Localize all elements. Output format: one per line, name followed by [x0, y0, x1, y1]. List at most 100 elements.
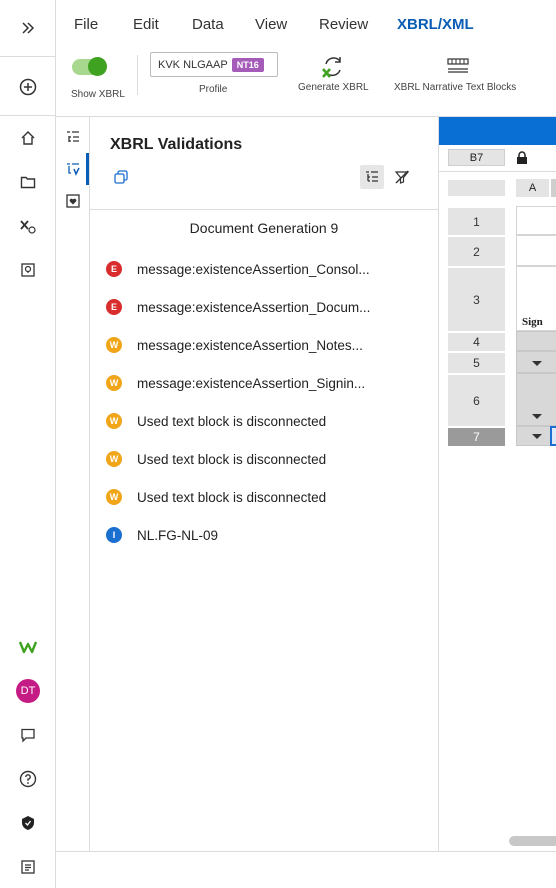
menu-file[interactable]: File — [74, 16, 98, 33]
user-avatar[interactable]: DT — [16, 679, 40, 703]
menu-view[interactable]: View — [255, 16, 287, 33]
help-button[interactable] — [0, 763, 55, 795]
dropdown-arrow-icon[interactable] — [532, 414, 542, 419]
insights-button[interactable] — [0, 254, 55, 286]
tree-view-toggle[interactable] — [360, 165, 384, 189]
menu-data[interactable]: Data — [192, 16, 224, 33]
selected-cell-b7[interactable] — [550, 426, 556, 446]
create-button[interactable] — [0, 71, 55, 103]
formula-bar-border — [439, 171, 556, 172]
cell-text: Sign — [522, 316, 543, 328]
narrative-text-blocks-button[interactable] — [447, 58, 469, 74]
row-header[interactable]: 6 — [448, 375, 505, 428]
generate-xbrl-icon — [322, 57, 341, 78]
validation-item[interactable]: I NL.FG-NL-09 — [106, 523, 426, 547]
sheet-header-bar — [439, 117, 556, 145]
validation-message: message:existenceAssertion_Docum... — [137, 299, 371, 315]
document-list-button[interactable] — [0, 851, 55, 883]
info-icon: I — [106, 527, 122, 543]
document-generation-heading: Document Generation 9 — [189, 220, 339, 236]
menu-edit[interactable]: Edit — [133, 16, 159, 33]
cell-reference-box[interactable]: B7 — [448, 149, 505, 166]
lightbulb-doc-icon — [20, 263, 35, 277]
warning-icon: W — [106, 413, 122, 429]
row-header[interactable]: 5 — [448, 353, 505, 375]
validation-item[interactable]: W message:existenceAssertion_Signin... — [106, 371, 426, 395]
menu-review[interactable]: Review — [319, 16, 368, 33]
spreadsheet-view: B7 A 1 2 3 4 5 6 7 Sign — [439, 117, 556, 851]
home-button[interactable] — [0, 122, 55, 154]
warning-icon: W — [106, 451, 122, 467]
help-icon — [19, 770, 36, 788]
column-header-a[interactable]: A — [516, 179, 549, 197]
active-panel-indicator — [86, 153, 89, 185]
validation-item[interactable]: E message:existenceAssertion_Docum... — [106, 295, 426, 319]
error-icon: E — [106, 299, 122, 315]
workiva-logo-button[interactable] — [0, 631, 55, 663]
validation-message: Used text block is disconnected — [137, 489, 327, 505]
tree-view-icon — [366, 171, 378, 182]
validation-message: message:existenceAssertion_Notes... — [137, 337, 363, 353]
favorites-panel-button[interactable] — [56, 186, 89, 216]
validation-item[interactable]: W Used text block is disconnected — [106, 447, 426, 471]
horizontal-scrollbar[interactable] — [509, 836, 556, 846]
row-header[interactable]: 1 — [448, 208, 505, 237]
select-all-corner[interactable] — [448, 180, 505, 196]
x-percent-icon — [19, 220, 36, 234]
profile-label: Profile — [199, 84, 228, 95]
validation-item[interactable]: W Used text block is disconnected — [106, 485, 426, 509]
validation-item[interactable]: W message:existenceAssertion_Notes... — [106, 333, 426, 357]
column-header-b[interactable] — [551, 179, 556, 197]
error-icon: E — [106, 261, 122, 277]
app-rail: DT — [0, 0, 56, 888]
rail-divider — [0, 115, 55, 116]
narrative-text-blocks-label[interactable]: XBRL Narrative Text Blocks — [394, 82, 516, 93]
expand-rail-button[interactable] — [0, 12, 55, 44]
warning-icon: W — [106, 337, 122, 353]
validations-panel-button[interactable] — [56, 154, 89, 184]
xbrl-validations-panel: XBRL Validations Document Generation 9 E… — [90, 117, 439, 851]
validation-item[interactable]: W Used text block is disconnected — [106, 409, 426, 433]
row-header[interactable]: 3 — [448, 268, 505, 333]
document-list-icon — [20, 860, 35, 874]
sheet-cell[interactable] — [516, 206, 556, 235]
copy-button[interactable] — [113, 169, 129, 185]
validation-message: message:existenceAssertion_Consol... — [137, 261, 370, 277]
validation-message: Used text block is disconnected — [137, 413, 327, 429]
dropdown-arrow-icon[interactable] — [532, 434, 542, 439]
files-button[interactable] — [0, 166, 55, 198]
toggle-knob — [88, 57, 107, 76]
show-xbrl-toggle[interactable] — [72, 57, 107, 76]
double-chevron-right-icon — [21, 22, 34, 34]
comments-button[interactable] — [0, 719, 55, 751]
panel-switcher — [56, 117, 90, 851]
show-xbrl-label: Show XBRL — [71, 89, 125, 100]
generate-xbrl-button[interactable] — [320, 54, 346, 80]
clear-filter-button[interactable] — [391, 166, 413, 188]
lock-icon[interactable] — [516, 151, 528, 170]
warning-icon: W — [106, 489, 122, 505]
profile-select[interactable]: KVK NLGAAP NT16 — [150, 52, 278, 77]
validation-item[interactable]: E message:existenceAssertion_Consol... — [106, 257, 426, 281]
dropdown-arrow-icon[interactable] — [532, 361, 542, 366]
comment-icon — [20, 728, 35, 743]
menu-xbrl-xml[interactable]: XBRL/XML — [397, 16, 474, 33]
security-button[interactable] — [0, 807, 55, 839]
row-header-selected[interactable]: 7 — [448, 428, 505, 448]
sheet-cell[interactable] — [516, 235, 556, 266]
sheet-cell[interactable] — [516, 331, 556, 351]
sheet-cell-dropdown[interactable] — [516, 351, 556, 373]
toolbar-divider — [137, 55, 138, 95]
outline-list-icon — [66, 131, 79, 142]
row-header[interactable]: 4 — [448, 333, 505, 353]
panel-divider — [90, 209, 438, 210]
generate-xbrl-label[interactable]: Generate XBRL — [298, 82, 369, 93]
validation-message: message:existenceAssertion_Signin... — [137, 375, 366, 391]
xbrl-tools-button[interactable] — [0, 210, 55, 242]
rail-divider — [0, 56, 55, 57]
row-header[interactable]: 2 — [448, 237, 505, 268]
sheet-cell[interactable]: Sign — [516, 266, 556, 331]
outline-panel-button[interactable] — [56, 122, 89, 152]
warning-icon: W — [106, 375, 122, 391]
sheet-cell-dropdown[interactable] — [516, 373, 556, 426]
